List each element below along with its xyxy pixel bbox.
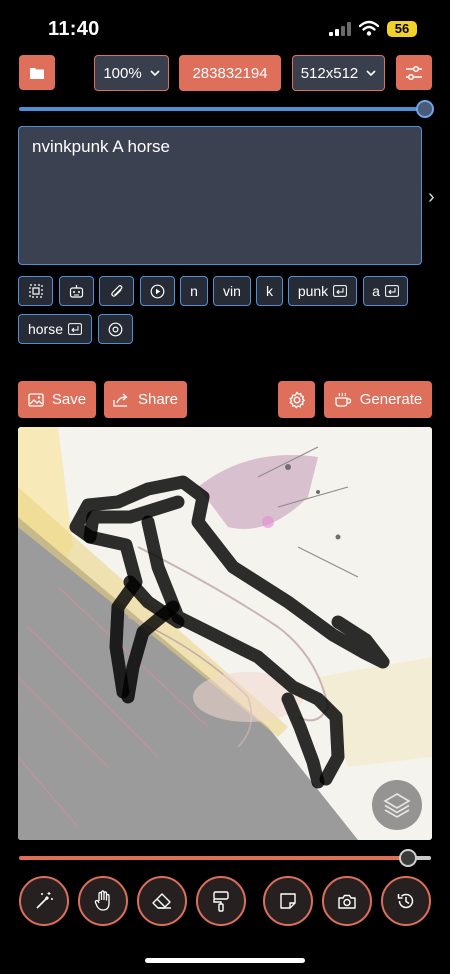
select-region-chip[interactable]	[18, 276, 53, 306]
settings-sliders-button[interactable]	[396, 55, 432, 90]
image-icon	[28, 392, 44, 407]
hand-icon	[94, 890, 110, 911]
paperclip-icon	[110, 284, 122, 297]
sliders-icon	[406, 65, 422, 80]
gear-icon	[288, 390, 305, 409]
return-icon	[333, 285, 348, 297]
brush-size-slider[interactable]	[19, 849, 433, 868]
token-chip-punk[interactable]: punk	[288, 276, 357, 306]
image-canvas[interactable]	[18, 427, 432, 840]
layers-button[interactable]	[372, 780, 422, 830]
paint-roller-tool[interactable]	[196, 876, 246, 926]
home-indicator[interactable]	[145, 958, 305, 963]
chevron-down-icon	[150, 69, 160, 76]
return-icon	[384, 285, 399, 297]
share-label: Share	[137, 391, 179, 408]
play-icon	[150, 284, 165, 298]
eraser-tool[interactable]	[137, 876, 187, 926]
sticky-note-icon	[280, 893, 296, 909]
slider-thumb[interactable]	[399, 849, 417, 867]
strength-slider[interactable]	[19, 100, 434, 118]
token-label: punk	[297, 283, 329, 299]
slider-thumb[interactable]	[416, 100, 434, 118]
sticky-note-tool[interactable]	[263, 876, 313, 926]
token-chip[interactable]: k	[256, 276, 283, 306]
robot-chip[interactable]	[59, 276, 94, 306]
generate-label: Generate	[359, 391, 423, 408]
eraser-icon	[152, 893, 171, 909]
token-chip-a[interactable]: a	[363, 276, 408, 306]
target-icon	[108, 322, 123, 336]
chevron-down-icon	[366, 69, 376, 76]
folder-icon	[30, 67, 44, 79]
history-icon	[397, 893, 414, 909]
slider-track	[19, 856, 431, 860]
select-region-icon	[28, 284, 43, 298]
status-time: 11:40	[48, 18, 100, 40]
layers-icon	[383, 793, 411, 818]
camera-icon	[338, 894, 356, 909]
generated-image	[18, 427, 432, 840]
size-select[interactable]: 512x512	[292, 55, 385, 91]
history-tool[interactable]	[381, 876, 431, 926]
open-folder-button[interactable]	[19, 55, 55, 90]
slider-track	[19, 107, 419, 111]
play-chip[interactable]	[140, 276, 175, 306]
generate-button[interactable]: Generate	[324, 381, 432, 418]
chevron-right-icon[interactable]: ›	[428, 186, 435, 209]
camera-tool[interactable]	[322, 876, 372, 926]
cellular-signal-icon	[329, 22, 351, 36]
robot-icon	[69, 285, 84, 298]
return-icon	[68, 323, 82, 335]
battery-indicator: 56	[387, 21, 417, 37]
magic-wand-icon	[36, 892, 53, 909]
zoom-select[interactable]: 100%	[94, 55, 169, 91]
share-button[interactable]: Share	[104, 381, 187, 418]
token-label: a	[372, 283, 380, 299]
size-value: 512x512	[300, 64, 359, 82]
token-chip-horse[interactable]: horse	[18, 314, 92, 344]
attach-chip[interactable]	[99, 276, 134, 306]
token-label: horse	[27, 321, 64, 337]
wifi-icon	[359, 20, 379, 36]
save-label: Save	[51, 391, 87, 408]
target-chip[interactable]	[98, 314, 133, 344]
save-button[interactable]: Save	[18, 381, 96, 418]
paint-roller-icon	[213, 891, 229, 912]
token-chip[interactable]: n	[180, 276, 208, 306]
zoom-value: 100%	[103, 64, 142, 82]
token-chip[interactable]: vin	[213, 276, 251, 306]
pan-hand-tool[interactable]	[78, 876, 128, 926]
seed-button[interactable]: 283832194	[179, 55, 281, 91]
coffee-icon	[335, 392, 351, 407]
magic-wand-tool[interactable]	[19, 876, 69, 926]
generation-settings-button[interactable]	[278, 381, 315, 418]
share-icon	[113, 393, 128, 407]
prompt-input[interactable]: nvinkpunk A horse	[18, 126, 422, 265]
